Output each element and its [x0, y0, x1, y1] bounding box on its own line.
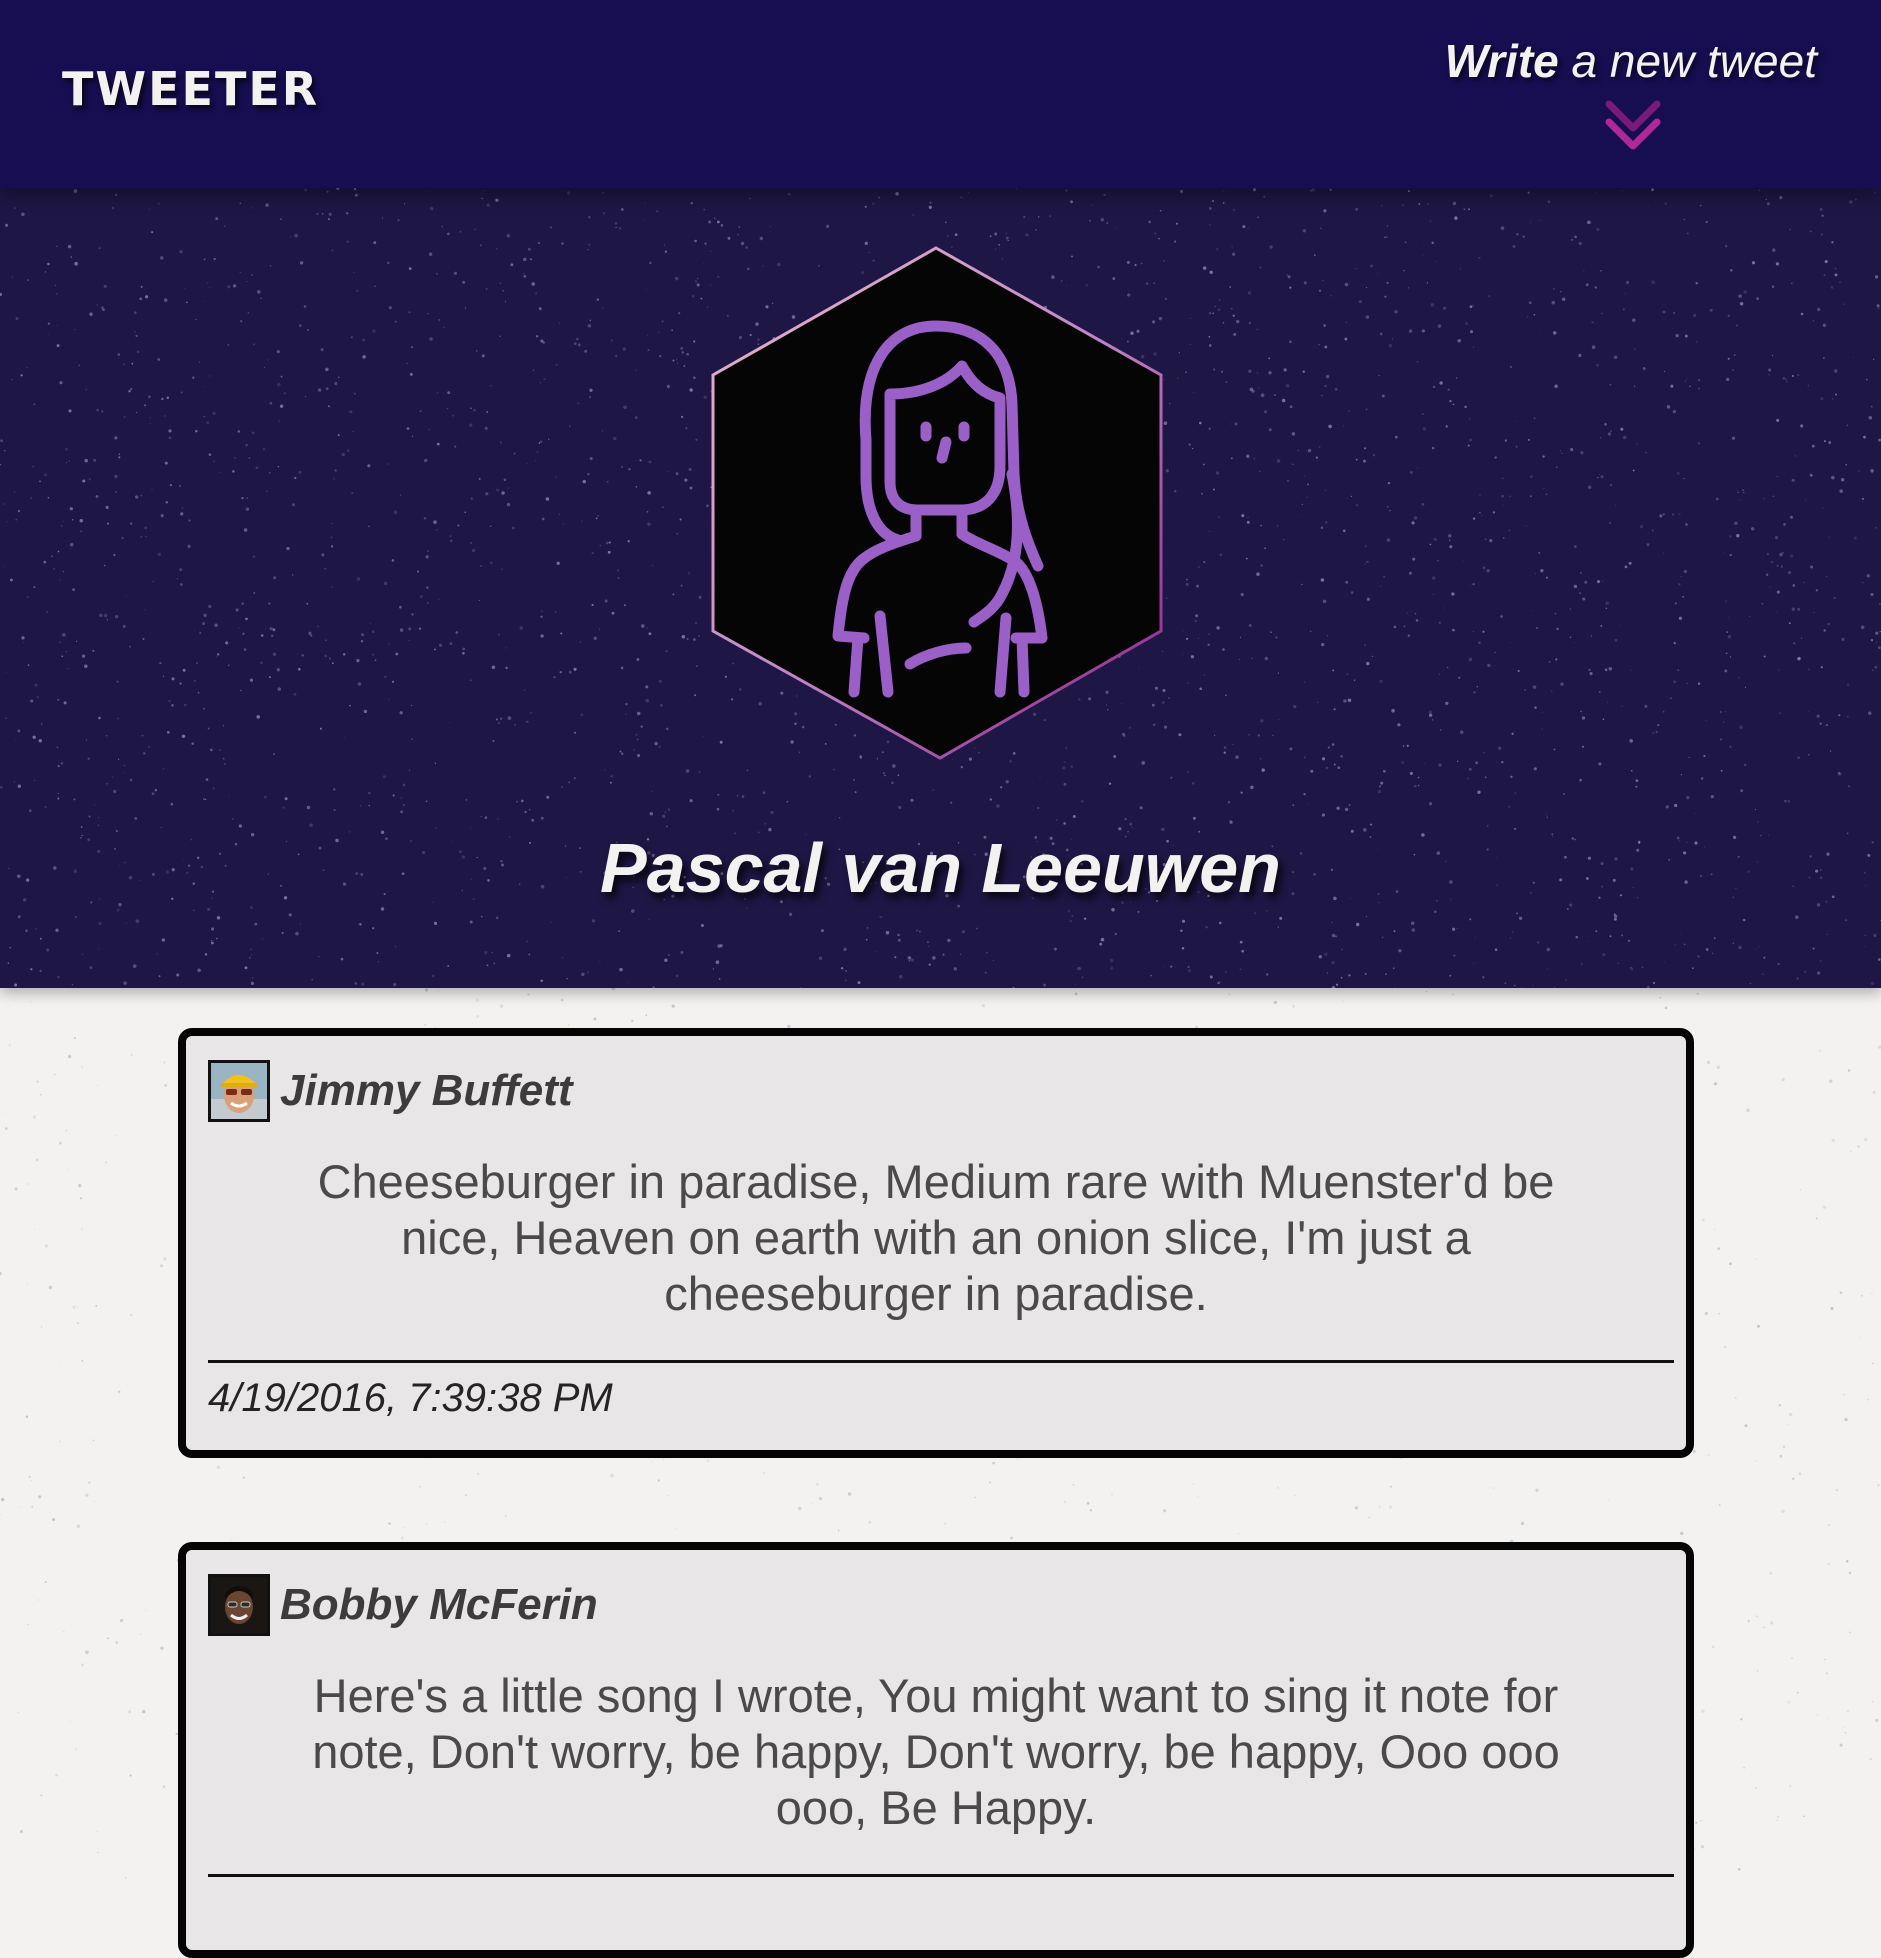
bobby-mcferin-avatar-image — [211, 1577, 267, 1633]
profile-name: Pascal van Leeuwen — [600, 829, 1281, 907]
tweet-header: Jimmy Buffett — [208, 1058, 573, 1124]
compose-toggle-button[interactable]: Write a new tweet — [1445, 34, 1817, 154]
tweet-card: Bobby McFerin Here's a little song I wro… — [178, 1542, 1694, 1958]
avatar[interactable] — [208, 1060, 270, 1122]
compose-label-rest: a new tweet — [1558, 35, 1818, 87]
avatar[interactable] — [208, 1574, 270, 1636]
compose-label-strong: Write — [1444, 35, 1559, 87]
tweet-author[interactable]: Bobby McFerin — [280, 1580, 598, 1630]
profile-header: Pascal van Leeuwen — [0, 188, 1881, 988]
tweet-text: Cheeseburger in paradise, Medium rare wi… — [317, 1155, 1555, 1320]
tweet-text: Here's a little song I wrote, You might … — [312, 1669, 1560, 1834]
tweet-header: Bobby McFerin — [208, 1572, 598, 1638]
tweet-timestamp: 4/19/2016, 7:39:38 PM — [208, 1376, 613, 1420]
top-nav: TWEETER Write a new tweet — [0, 0, 1881, 188]
tweet-feed: Jimmy Buffett Cheeseburger in paradise, … — [0, 988, 1881, 1958]
profile-avatar — [711, 246, 1163, 760]
tweet-card: Jimmy Buffett Cheeseburger in paradise, … — [178, 1028, 1694, 1458]
double-chevron-down-icon[interactable] — [1603, 98, 1663, 154]
compose-label[interactable]: Write a new tweet — [1445, 34, 1817, 88]
tweet-divider — [208, 1360, 1674, 1363]
tweet-divider — [208, 1874, 1674, 1877]
jimmy-buffett-avatar-image — [211, 1063, 267, 1119]
tweet-author[interactable]: Jimmy Buffett — [280, 1066, 573, 1116]
app-logo[interactable]: TWEETER — [62, 62, 319, 116]
